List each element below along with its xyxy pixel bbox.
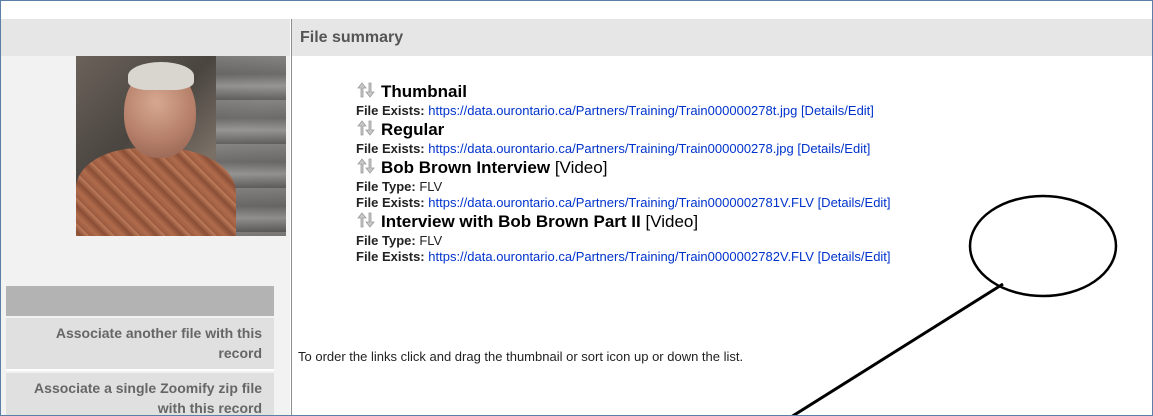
file-type-value: FLV: [419, 179, 443, 194]
file-entry: Bob Brown Interview [Video] File Type: F…: [356, 157, 1136, 211]
details-edit-link[interactable]: [Details/Edit]: [818, 249, 891, 264]
file-type-line: File Type: FLV: [356, 179, 1136, 195]
file-url-link[interactable]: https://data.ourontario.ca/Partners/Trai…: [428, 195, 814, 210]
file-exists-line: File Exists: https://data.ourontario.ca/…: [356, 195, 1136, 211]
column-divider: [291, 19, 292, 415]
associate-zoomify-label: Associate a single Zoomify zip file with…: [34, 380, 262, 416]
photo-subject-body: [76, 148, 236, 236]
annotation-arrow-line: [791, 282, 1004, 415]
file-exists-line: File Exists: https://data.ourontario.ca/…: [356, 103, 1136, 119]
file-url-link[interactable]: https://data.ourontario.ca/Partners/Trai…: [428, 103, 797, 118]
file-type-tag: [Video]: [554, 158, 608, 177]
sort-arrows-icon[interactable]: [356, 119, 376, 137]
sort-arrows-icon[interactable]: [356, 157, 376, 175]
page-title: File summary: [300, 29, 404, 46]
file-url-link[interactable]: https://data.ourontario.ca/Partners/Trai…: [428, 141, 793, 156]
sort-arrows-icon[interactable]: [356, 211, 376, 229]
file-exists-line: File Exists: https://data.ourontario.ca/…: [356, 249, 1136, 265]
app-frame: Associate another file with this record …: [0, 0, 1153, 416]
file-name: Interview with Bob Brown Part II: [381, 212, 641, 231]
associate-zoomify-button[interactable]: Associate a single Zoomify zip file with…: [6, 373, 274, 416]
file-exists-label: File Exists:: [356, 103, 425, 118]
associate-file-button[interactable]: Associate another file with this record: [6, 318, 274, 371]
file-entry-title: Bob Brown Interview [Video]: [356, 157, 1136, 179]
associate-file-label: Associate another file with this record: [55, 325, 262, 361]
file-list: Thumbnail File Exists: https://data.ouro…: [356, 81, 1136, 265]
file-entry: Interview with Bob Brown Part II [Video]…: [356, 211, 1136, 265]
main-header: File summary: [292, 19, 1152, 56]
file-type-line: File Type: FLV: [356, 233, 1136, 249]
file-type-value: FLV: [419, 233, 443, 248]
file-entry-title: Regular: [356, 119, 1136, 141]
file-exists-label: File Exists:: [356, 249, 425, 264]
file-type-label: File Type:: [356, 233, 416, 248]
sort-arrows-icon[interactable]: [356, 81, 376, 99]
file-exists-label: File Exists:: [356, 195, 425, 210]
left-column-header: [1, 19, 290, 56]
file-entry-title: Thumbnail: [356, 81, 1136, 103]
file-exists-label: File Exists:: [356, 141, 425, 156]
file-name: Regular: [381, 120, 445, 139]
file-name: Bob Brown Interview: [381, 158, 551, 177]
file-entry-title: Interview with Bob Brown Part II [Video]: [356, 211, 1136, 233]
file-entry: Regular File Exists: https://data.ouront…: [356, 119, 1136, 157]
file-type-label: File Type:: [356, 179, 416, 194]
file-type-tag: [Video]: [645, 212, 699, 231]
file-exists-line: File Exists: https://data.ourontario.ca/…: [356, 141, 1136, 157]
file-url-link[interactable]: https://data.ourontario.ca/Partners/Trai…: [428, 249, 814, 264]
file-entry: Thumbnail File Exists: https://data.ouro…: [356, 81, 1136, 119]
photo-subject-hair: [128, 62, 194, 90]
details-edit-link[interactable]: [Details/Edit]: [818, 195, 891, 210]
record-thumbnail-image[interactable]: [76, 56, 286, 236]
sort-instruction-text: To order the links click and drag the th…: [298, 349, 744, 364]
file-name: Thumbnail: [381, 82, 467, 101]
details-edit-link[interactable]: [Details/Edit]: [801, 103, 874, 118]
details-edit-link[interactable]: [Details/Edit]: [797, 141, 870, 156]
sidebar-section-header: [6, 286, 274, 316]
